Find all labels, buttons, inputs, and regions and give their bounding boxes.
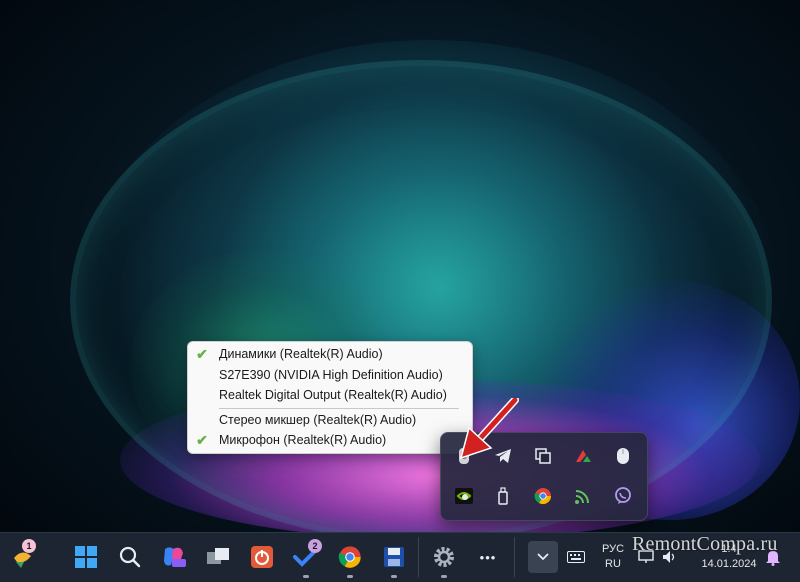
- site-watermark: RemontCompa.ru: [632, 533, 778, 555]
- clock-date: 14.01.2024: [701, 558, 757, 570]
- menu-separator: [219, 408, 459, 409]
- language-code: RU: [605, 558, 621, 570]
- keyboard-icon[interactable]: [560, 541, 592, 573]
- menu-item-label: Динамики (Realtek(R) Audio): [219, 347, 383, 361]
- menu-item-speakers[interactable]: ✔ Динамики (Realtek(R) Audio): [188, 344, 472, 364]
- running-indicator: [441, 575, 447, 578]
- viber-icon[interactable]: [610, 483, 636, 509]
- menu-item-label: S27E390 (NVIDIA High Definition Audio): [219, 368, 443, 382]
- check-icon: ✔: [196, 346, 208, 362]
- save-app-icon[interactable]: [378, 541, 410, 578]
- copy-icon[interactable]: [530, 443, 556, 469]
- check-icon: ✔: [196, 432, 208, 448]
- wifi-signal-icon[interactable]: [570, 483, 596, 509]
- running-indicator: [391, 575, 397, 578]
- widgets-badge: 1: [22, 539, 36, 553]
- menu-item-microphone[interactable]: ✔ Микрофон (Realtek(R) Audio): [188, 430, 472, 450]
- red-arrow-annotation: [459, 398, 519, 460]
- copilot-icon[interactable]: [158, 541, 190, 573]
- running-indicator: [303, 575, 309, 578]
- more-icon[interactable]: •••: [472, 541, 504, 573]
- task-view-icon[interactable]: [202, 541, 234, 573]
- menu-item-label: Стерео микшер (Realtek(R) Audio): [219, 413, 417, 427]
- language-short: РУС: [601, 543, 625, 555]
- wallpaper-ring: [70, 60, 772, 532]
- tray-chevron-icon[interactable]: [528, 541, 558, 573]
- mouse-icon[interactable]: [610, 443, 636, 469]
- taskbar-separator: [514, 537, 515, 577]
- taskbar-separator: [418, 537, 419, 577]
- arrow-logo-icon[interactable]: [570, 443, 596, 469]
- menu-item-stereo-mixer[interactable]: Стерео микшер (Realtek(R) Audio): [188, 410, 472, 430]
- menu-item-nvidia-audio[interactable]: S27E390 (NVIDIA High Definition Audio): [188, 365, 472, 385]
- chrome-taskbar-icon[interactable]: [334, 541, 366, 578]
- running-indicator: [347, 575, 353, 578]
- language-indicator[interactable]: РУС RU: [596, 542, 630, 572]
- menu-item-label: Realtek Digital Output (Realtek(R) Audio…: [219, 388, 447, 402]
- settings-icon[interactable]: [428, 541, 460, 578]
- audio-device-context-menu: ✔ Динамики (Realtek(R) Audio) S27E390 (N…: [187, 341, 473, 454]
- widgets-icon[interactable]: 1: [6, 539, 38, 573]
- todo-badge: 2: [308, 539, 322, 553]
- menu-item-digital-output[interactable]: Realtek Digital Output (Realtek(R) Audio…: [188, 385, 472, 405]
- chrome-icon[interactable]: [530, 483, 556, 509]
- menu-item-label: Микрофон (Realtek(R) Audio): [219, 433, 387, 447]
- todo-icon[interactable]: 2: [290, 539, 322, 578]
- power-app-icon[interactable]: [246, 541, 278, 573]
- nvidia-icon[interactable]: [451, 483, 477, 509]
- search-icon[interactable]: [114, 541, 146, 573]
- start-icon[interactable]: [70, 541, 102, 573]
- usb-drive-icon[interactable]: [490, 483, 516, 509]
